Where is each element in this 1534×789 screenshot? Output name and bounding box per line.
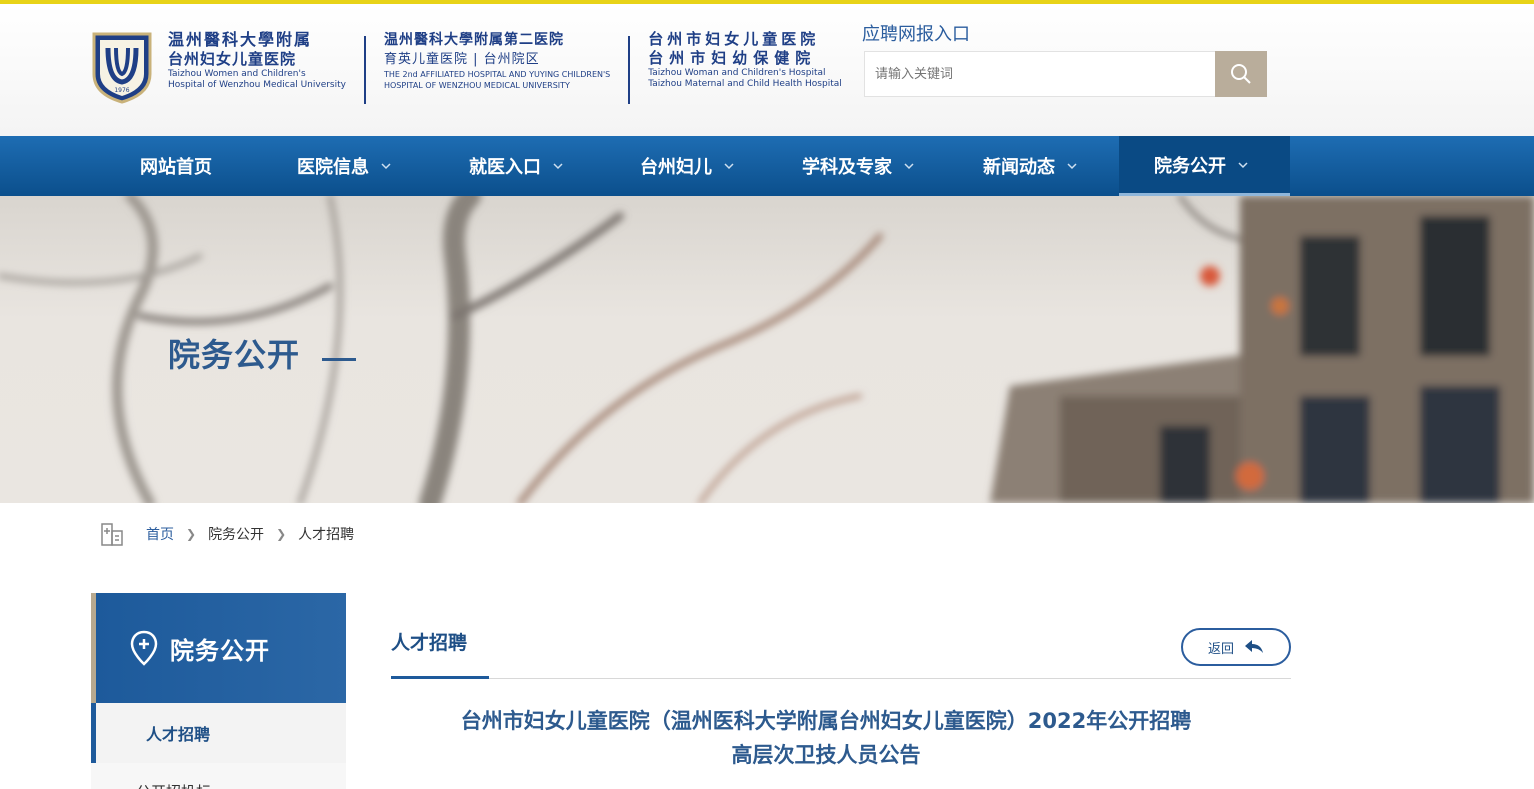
chevron-down-icon [1238, 161, 1248, 168]
logo-divider [363, 36, 366, 104]
logo-block-3: 台州市妇女儿童医院 台州市妇幼保健院 Taizhou Woman and Chi… [648, 30, 841, 90]
nav-item-news[interactable]: 新闻动态 [983, 136, 1077, 196]
search-button[interactable] [1215, 51, 1267, 97]
breadcrumb-home-link[interactable]: 首页 [146, 524, 174, 544]
nav-item-patient-entry[interactable]: 就医入口 [469, 136, 563, 196]
recruit-application-link[interactable]: 应聘网报入口 [862, 20, 970, 46]
nav-item-label: 院务公开 [1154, 155, 1226, 177]
logo-block-1: 温州醫科大學附属 台州妇女儿童医院 Taizhou Women and Chil… [168, 30, 346, 91]
logo3-cn-line2: 台州市妇幼保健院 [648, 49, 817, 67]
article-title-line2: 高层次卫技人员公告 [731, 743, 921, 767]
chevron-down-icon [381, 163, 391, 170]
breadcrumb-current: 人才招聘 [298, 527, 355, 543]
nav-item-departments-experts[interactable]: 学科及专家 [802, 136, 914, 196]
chevron-right-icon: ❯ [276, 527, 287, 541]
sidebar-title: 院务公开 [170, 636, 270, 665]
nav-item-label: 新闻动态 [983, 157, 1055, 178]
nav-item-label: 网站首页 [140, 157, 212, 178]
logo-divider [628, 36, 631, 104]
chevron-down-icon [553, 163, 563, 170]
nav-item-home[interactable]: 网站首页 [140, 136, 212, 196]
logo3-en-line2: Taizhou Maternal and Child Health Hospit… [648, 79, 842, 89]
logo1-cn-line1: 温州醫科大學附属 [168, 30, 313, 49]
chevron-right-icon: ❯ [186, 527, 197, 541]
nav-item-affairs-disclosure[interactable]: 院务公开 [1119, 136, 1290, 196]
sidebar-header: 院务公开 [91, 593, 346, 703]
logo2-en-line2: HOSPITAL OF WENZHOU MEDICAL UNIVERSITY [383, 81, 570, 90]
breadcrumb: 首页 ❯ 院务公开 ❯ 人才招聘 [100, 520, 354, 548]
logo-block-2: 温州醫科大學附属第二医院 育英儿童医院 | 台州院区 THE 2nd AFFIL… [384, 30, 610, 91]
search-input[interactable] [865, 52, 1215, 96]
content-tab-recruitment[interactable]: 人才招聘 [391, 628, 467, 655]
chevron-down-icon [1067, 163, 1077, 170]
chevron-down-icon [904, 163, 914, 170]
search-icon [1231, 64, 1251, 84]
chevron-down-icon [724, 163, 734, 170]
sidebar-item-public-bidding[interactable]: 公开招投标 [91, 763, 346, 789]
content-divider [391, 678, 1291, 679]
hospital-building-icon [101, 523, 123, 546]
site-header: 1976 温州醫科大學附属 台州妇女儿童医院 Taizhou Women and… [0, 4, 1534, 136]
return-arrow-icon [1245, 640, 1263, 653]
sidebar-item-label: 人才招聘 [146, 725, 211, 744]
article-title: 台州市妇女儿童医院（温州医科大学附属台州妇女儿童医院）2022年公开招聘 高层次… [391, 704, 1261, 772]
logo3-en-line1: Taizhou Woman and Children's Hospital [648, 68, 826, 78]
back-button[interactable]: 返回 [1181, 628, 1291, 666]
logo2-cn-line2: 育英儿童医院 | 台州院区 [383, 52, 540, 67]
content-tab-indicator [391, 676, 489, 679]
breadcrumb-level1-link[interactable]: 院务公开 [208, 524, 264, 544]
nav-item-label: 医院信息 [297, 157, 369, 178]
nav-item-hospital-info[interactable]: 医院信息 [297, 136, 391, 196]
hospital-emblem-icon: 1976 [90, 30, 154, 104]
back-button-label: 返回 [1207, 641, 1234, 657]
article-title-line1: 台州市妇女儿童医院（温州医科大学附属台州妇女儿童医院）2022年公开招聘 [460, 709, 1192, 733]
nav-item-label: 就医入口 [469, 157, 541, 178]
page-banner: 院务公开 [0, 196, 1534, 503]
sidebar-item-label: 公开招投标 [136, 781, 211, 789]
location-plus-icon [130, 630, 158, 666]
nav-item-taizhou-fuer[interactable]: 台州妇儿 [640, 136, 734, 196]
logo3-cn-line1: 台州市妇女儿童医院 [648, 30, 820, 48]
main-nav: 网站首页 医院信息 就医入口 台州妇儿 学科及专家 新闻动态 院务公开 [0, 136, 1534, 196]
nav-item-label: 台州妇儿 [640, 157, 712, 178]
logo-group[interactable]: 1976 温州醫科大學附属 台州妇女儿童医院 Taizhou Women and… [90, 30, 842, 110]
emblem-year: 1976 [114, 87, 129, 94]
logo2-en-line1: THE 2nd AFFILIATED HOSPITAL AND YUYING C… [383, 70, 611, 79]
sidebar-item-recruitment[interactable]: 人才招聘 [91, 703, 346, 763]
logo2-cn-line1: 温州醫科大學附属第二医院 [383, 32, 564, 48]
banner-title-underline [322, 358, 356, 361]
logo1-en-line2: Hospital of Wenzhou Medical University [168, 80, 346, 90]
logo1-en-line1: Taizhou Women and Children's [168, 69, 306, 79]
banner-title: 院务公开 [168, 336, 301, 374]
nav-item-label: 学科及专家 [802, 157, 892, 178]
logo1-cn-line2: 台州妇女儿童医院 [168, 50, 297, 68]
search-box [864, 51, 1216, 97]
